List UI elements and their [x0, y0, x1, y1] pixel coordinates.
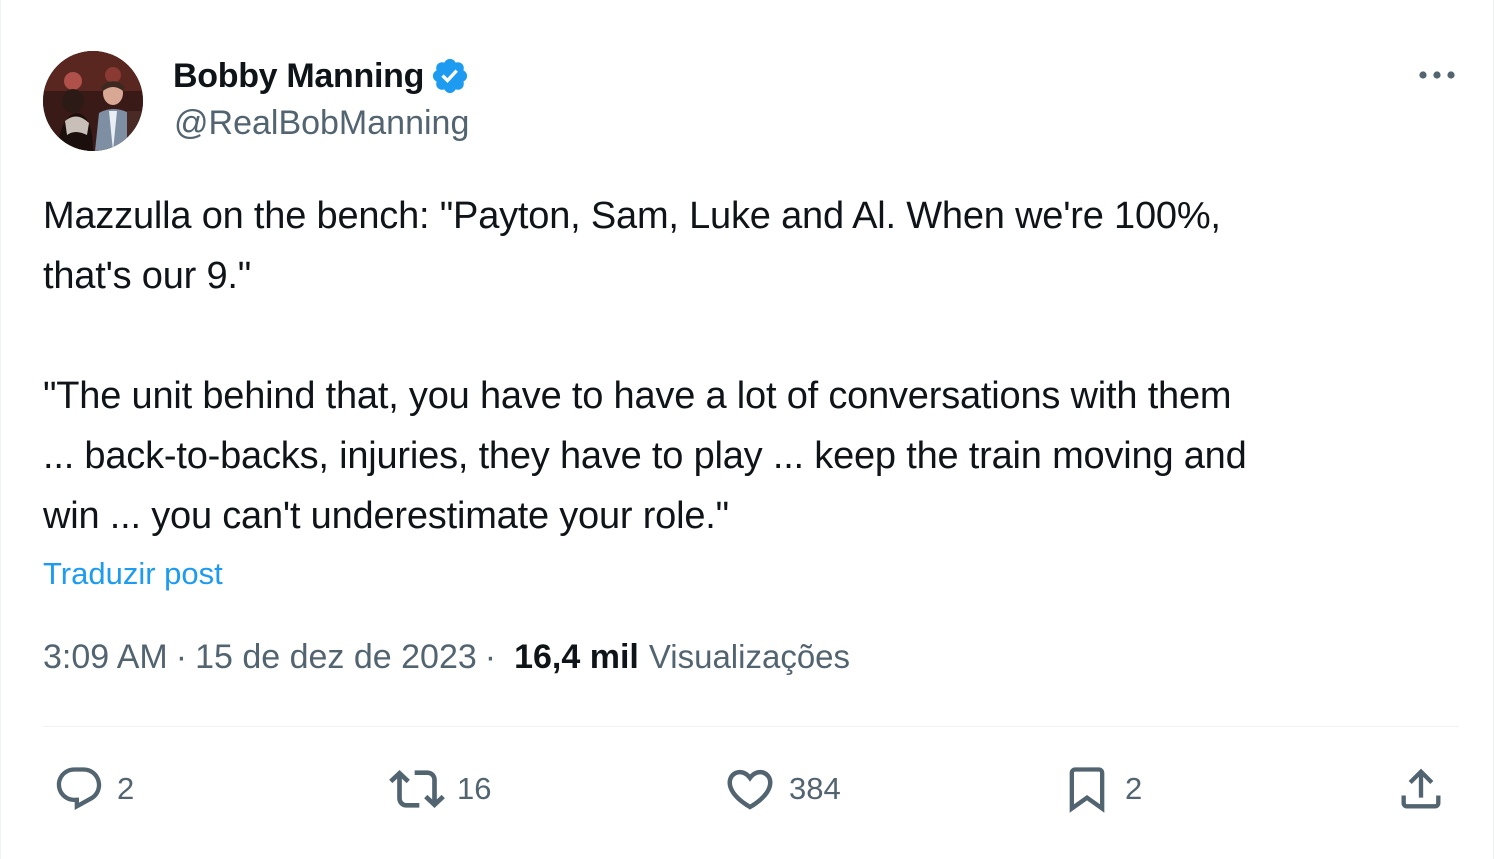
tweet-text-line: Mazzulla on the bench: "Payton, Sam, Luk… [43, 195, 1221, 237]
tweet-text-line: ... back-to-backs, injuries, they have t… [43, 435, 1247, 477]
author-name-row[interactable]: Bobby Manning [173, 54, 470, 98]
tweet-meta: 3:09 AM · 15 de dez de 2023 · 16,4 mil V… [43, 638, 850, 677]
reply-count: 2 [117, 771, 135, 806]
verified-badge-icon[interactable] [430, 56, 470, 96]
tweet-time[interactable]: 3:09 AM [43, 638, 168, 677]
share-button[interactable] [1395, 760, 1447, 818]
meta-separator: · [484, 638, 497, 676]
avatar[interactable] [43, 51, 143, 151]
meta-separator: · [175, 638, 188, 676]
author-display-name[interactable]: Bobby Manning [173, 57, 424, 96]
divider [43, 726, 1459, 727]
retweet-icon [389, 761, 445, 817]
views-label[interactable]: Visualizações [649, 638, 850, 676]
tweet-text-line: "The unit behind that, you have to have … [43, 375, 1232, 417]
retweet-button[interactable]: 16 [389, 760, 491, 818]
translate-post-link[interactable]: Traduzir post [43, 556, 223, 592]
heart-icon [723, 762, 777, 816]
reply-button[interactable]: 2 [53, 760, 134, 818]
bookmark-button[interactable]: 2 [1061, 760, 1142, 818]
action-bar: 2 16 384 2 [1, 760, 1494, 818]
more-options-icon[interactable] [1409, 58, 1465, 92]
share-icon [1395, 763, 1447, 815]
views-count[interactable]: 16,4 mil [514, 638, 639, 677]
retweet-count: 16 [457, 771, 492, 806]
like-count: 384 [789, 771, 841, 806]
avatar-image [43, 51, 143, 151]
tweet-date[interactable]: 15 de dez de 2023 [195, 638, 477, 677]
bookmark-icon [1061, 763, 1113, 815]
tweet-text-line: that's our 9." [43, 255, 252, 297]
author-handle[interactable]: @RealBobManning [174, 104, 469, 143]
tweet-text: Mazzulla on the bench: "Payton, Sam, Luk… [43, 186, 1463, 546]
like-button[interactable]: 384 [723, 760, 841, 818]
reply-icon [53, 763, 105, 815]
tweet-text-line: win ... you can't underestimate your rol… [43, 495, 729, 537]
bookmark-count: 2 [1125, 771, 1143, 806]
tweet-card: Bobby Manning @RealBobManning Mazzulla o… [0, 0, 1494, 859]
